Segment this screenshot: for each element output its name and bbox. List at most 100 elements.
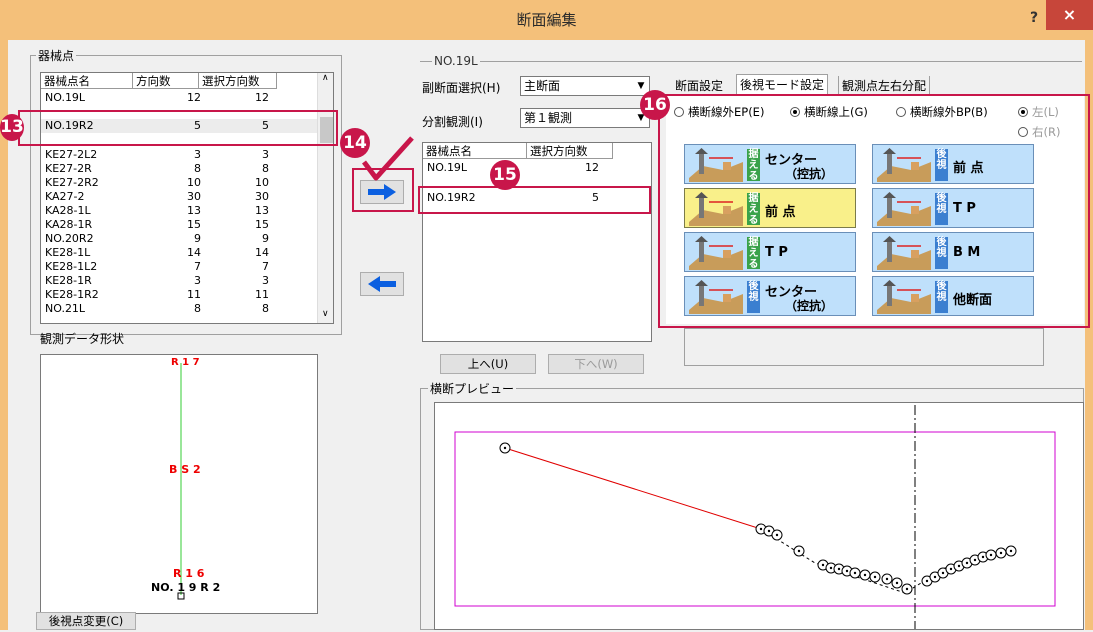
mode-info-box [684, 328, 1044, 366]
cell-dir: 3 [194, 274, 201, 287]
tab-left-right-split[interactable]: 観測点左右分配 [838, 76, 931, 96]
table-row[interactable]: NO.21L 8 8 [41, 302, 333, 316]
radio-dot[interactable] [674, 107, 684, 117]
shape-label: 観測データ形状 [40, 332, 125, 346]
selection-highlight-15 [418, 186, 651, 214]
mode-chip: 後視 [935, 149, 948, 181]
survey-point-center [941, 571, 945, 575]
remove-left-button[interactable] [360, 272, 404, 296]
table-row[interactable]: NO.20R2 9 9 [41, 232, 333, 246]
survey-point-center [895, 581, 899, 585]
cell-sel: 3 [262, 148, 269, 161]
backsight-mode-button[interactable]: 後視前 点 [872, 144, 1034, 184]
scroll-up-icon[interactable]: ∧ [322, 73, 329, 83]
cell-sel: 3 [262, 274, 269, 287]
col-header-selected[interactable]: 選択方向数 [199, 73, 277, 89]
survey-diagram-icon [689, 236, 743, 270]
cell-dir: 11 [187, 288, 201, 301]
tab-section-settings[interactable]: 断面設定 [672, 76, 726, 96]
radio-outside-bp[interactable]: 横断線外BP(B) [896, 104, 988, 120]
mode-chip: 後視 [935, 193, 948, 225]
survey-diagram-icon [689, 192, 743, 226]
cell-dir: 8 [194, 302, 201, 315]
backsight-mode-button[interactable]: 後視 センター （控抗） [684, 276, 856, 316]
table-row[interactable]: NO.19L 12 [423, 161, 651, 175]
window-title: 断面編集 [516, 11, 577, 29]
radio-on-line[interactable]: 横断線上(G) [790, 104, 868, 120]
cell-dir: 13 [187, 204, 201, 217]
survey-point-center [797, 549, 801, 553]
cell-sel: 30 [255, 190, 269, 203]
survey-point-center [965, 561, 969, 565]
split-observation-select[interactable]: 第１観測 ▼ [520, 108, 650, 128]
shape-canvas: R 1 7 B S 2 R 1 6 NO. 1 9 R 2 [40, 354, 318, 614]
move-up-button[interactable]: 上へ(U) [440, 354, 536, 374]
move-down-button[interactable]: 下へ(W) [548, 354, 644, 374]
radio-outside-ep[interactable]: 横断線外EP(E) [674, 104, 764, 120]
cell-sel: 12 [255, 91, 269, 104]
backsight-mode-button[interactable]: 据える T P [684, 232, 856, 272]
radio-left-label: 左(L) [1032, 105, 1059, 119]
table-row[interactable]: KE28-1R 3 3 [41, 274, 333, 288]
col-header-selected[interactable]: 選択方向数 [527, 143, 613, 159]
split-observation-label: 分割観測(I) [422, 115, 483, 129]
cell-name: KA28-1L [45, 204, 91, 217]
cell-sel: 9 [262, 232, 269, 245]
cell-sel: 8 [262, 162, 269, 175]
survey-point-center [873, 575, 877, 579]
radio-left[interactable]: 左(L) [1018, 104, 1059, 120]
close-button[interactable]: × [1046, 0, 1093, 30]
table-row[interactable]: KE27-2R 8 8 [41, 162, 333, 176]
survey-point-center [853, 571, 857, 575]
radio-dot[interactable] [1018, 107, 1028, 117]
survey-point-center [999, 551, 1003, 555]
cell-name: KE27-2R2 [45, 176, 99, 189]
callout-badge-13: 13 [0, 114, 24, 141]
arrow-left-icon [368, 276, 396, 292]
table-row[interactable]: KE28-1L 14 14 [41, 246, 333, 260]
cell-sel: 12 [585, 161, 599, 174]
radio-dot[interactable] [1018, 127, 1028, 137]
survey-point-center [885, 577, 889, 581]
backsight-mode-button[interactable]: 後視 他断面 [872, 276, 1034, 316]
mode-label: T P [765, 245, 788, 260]
table-row[interactable]: KE28-1L2 7 7 [41, 260, 333, 274]
callout-badge-16: 16 [640, 90, 670, 120]
change-backsight-button[interactable]: 後視点変更(C) [36, 612, 136, 630]
selected-instrument-list[interactable]: 器械点名 選択方向数 NO.19L 12 NO.19R2 5 [422, 142, 652, 342]
table-row[interactable]: KE27-2R2 10 10 [41, 176, 333, 190]
survey-point-center [933, 575, 937, 579]
split-observation-value: 第１観測 [524, 111, 573, 125]
backsight-mode-button[interactable]: 後視 B M [872, 232, 1034, 272]
cell-sel: 10 [255, 176, 269, 189]
backsight-mode-button[interactable]: 据える前 点 [684, 188, 856, 228]
cell-sel: 13 [255, 204, 269, 217]
section-divider [420, 61, 1082, 62]
table-row[interactable]: KA28-1R 15 15 [41, 218, 333, 232]
scroll-down-icon[interactable]: ∨ [322, 309, 329, 319]
col-header-name[interactable]: 器械点名 [423, 143, 527, 159]
help-button[interactable]: ? [1022, 6, 1046, 30]
survey-point-center [837, 567, 841, 571]
table-row[interactable]: KA28-1L 13 13 [41, 204, 333, 218]
table-row[interactable]: KE28-1R2 11 11 [41, 288, 333, 302]
radio-right[interactable]: 右(R) [1018, 124, 1060, 140]
table-row[interactable]: KA27-2 30 30 [41, 190, 333, 204]
preview-label: 横断プレビュー [428, 380, 517, 397]
backsight-mode-button[interactable]: 後視 T P [872, 188, 1034, 228]
cell-name: KE28-1L [45, 246, 91, 259]
radio-dot[interactable] [896, 107, 906, 117]
sub-section-select[interactable]: 主断面 ▼ [520, 76, 650, 96]
cell-sel: 15 [255, 218, 269, 231]
table-row[interactable]: KE27-2L2 3 3 [41, 148, 333, 162]
shape-label-station: NO. 1 9 R 2 [151, 581, 221, 594]
col-header-name[interactable]: 器械点名 [41, 73, 133, 89]
survey-diagram-icon [689, 148, 743, 182]
tab-backsight-mode[interactable]: 後視モード設定 [736, 74, 829, 94]
backsight-mode-button[interactable]: 据える センター （控抗） [684, 144, 856, 184]
radio-dot[interactable] [790, 107, 800, 117]
col-header-dir[interactable]: 方向数 [133, 73, 199, 89]
mode-label: B M [953, 245, 981, 260]
cell-name: KA27-2 [45, 190, 85, 203]
table-row[interactable]: NO.19L 12 12 [41, 91, 333, 105]
